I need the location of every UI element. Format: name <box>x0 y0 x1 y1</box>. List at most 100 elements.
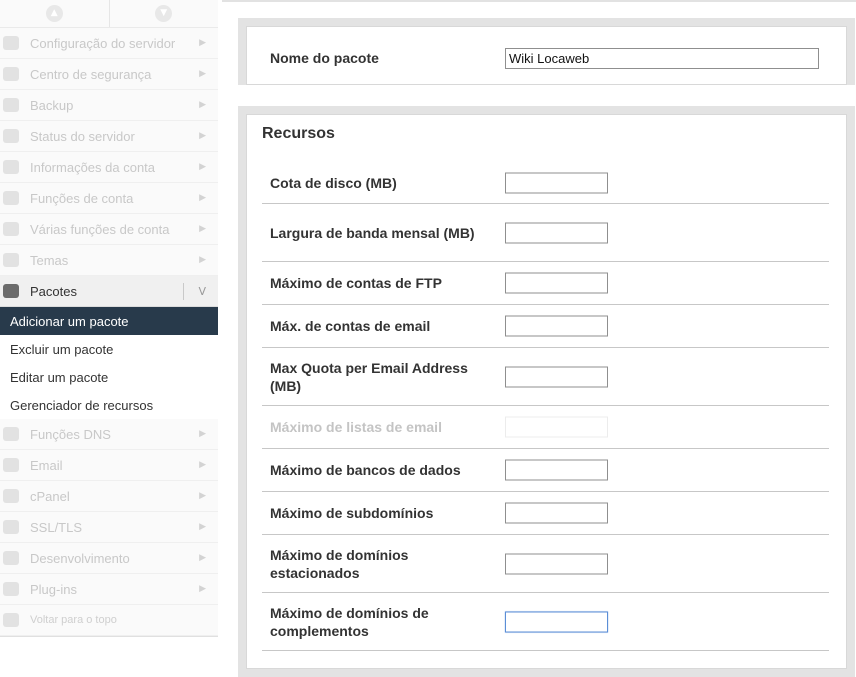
sidebar: ▲ ▼ Configuração do servidor ▶ Centro de… <box>0 0 218 677</box>
sidebar-item-label: Funções DNS <box>30 426 111 442</box>
resource-label: Largura de banda mensal (MB) <box>270 224 475 241</box>
subdomains-input[interactable] <box>505 502 608 524</box>
sidebar-item-ssl-tls[interactable]: SSL/TLS ▶ <box>0 512 218 543</box>
parked-domains-input[interactable] <box>505 553 608 574</box>
server-config-icon <box>3 36 19 50</box>
package-icon <box>3 284 19 298</box>
resource-label: Máximo de listas de email <box>270 419 442 435</box>
scroll-up-button[interactable]: ▲ <box>0 0 109 27</box>
ftp-accounts-input[interactable] <box>505 272 608 294</box>
chevron-right-icon: ▶ <box>199 255 206 265</box>
chevron-right-icon: ▶ <box>199 131 206 141</box>
sidebar-item-development[interactable]: Desenvolvimento ▶ <box>0 543 218 574</box>
chevron-right-icon: ▶ <box>199 522 206 532</box>
chevron-up-icon: ▲ <box>45 5 63 22</box>
chevron-right-icon: ▶ <box>199 69 206 79</box>
divider <box>0 636 218 637</box>
sidebar-item-themes[interactable]: Temas ▶ <box>0 245 218 276</box>
sidebar-item-server-status[interactable]: Status do servidor ▶ <box>0 121 218 152</box>
lock-icon <box>3 67 19 81</box>
sidebar-item-multi-account-functions[interactable]: Várias funções de conta ▶ <box>0 214 218 245</box>
resource-row-parked-domains: Máximo de domínios estacionados <box>262 535 829 593</box>
package-name-panel: Nome do pacote Wiki Locaweb <box>238 18 855 85</box>
resource-label: Cota de disco (MB) <box>270 174 397 191</box>
sidebar-item-label: Funções de conta <box>30 190 134 206</box>
certificate-icon <box>3 520 19 534</box>
sidebar-subitem-resource-manager[interactable]: Gerenciador de recursos <box>0 391 218 419</box>
sidebar-item-label: Informações da conta <box>30 159 156 175</box>
monitor-icon <box>3 129 19 143</box>
sidebar-item-packages[interactable]: Pacotes V <box>0 276 218 307</box>
scroll-down-button[interactable]: ▼ <box>108 0 219 27</box>
sidebar-scroll-controls: ▲ ▼ <box>0 0 218 28</box>
package-name-input[interactable]: Wiki Locaweb <box>505 48 819 69</box>
back-to-top-link[interactable]: Voltar para o topo <box>0 605 218 636</box>
resource-label: Máximo de domínios de complementos <box>270 604 429 639</box>
backup-icon <box>3 98 19 112</box>
sidebar-item-label: Configuração do servidor <box>30 35 176 51</box>
sidebar-item-label: Centro de segurança <box>30 66 152 82</box>
resource-label: Máximo de subdomínios <box>270 505 434 521</box>
sidebar-item-label: Backup <box>30 97 74 113</box>
addon-domains-input[interactable] <box>505 611 608 632</box>
sidebar-item-security-center[interactable]: Centro de segurança ▶ <box>0 59 218 90</box>
email-quota-input[interactable] <box>505 366 608 387</box>
sidebar-item-label: Email <box>30 457 63 473</box>
sidebar-item-label: Várias funções de conta <box>30 221 170 237</box>
sidebar-item-server-config[interactable]: Configuração do servidor ▶ <box>0 28 218 59</box>
sidebar-item-account-functions[interactable]: Funções de conta ▶ <box>0 183 218 214</box>
sidebar-item-cpanel[interactable]: cPanel ▶ <box>0 481 218 512</box>
resource-label: Max Quota per Email Address (MB) <box>270 359 468 394</box>
databases-input[interactable] <box>505 459 608 481</box>
chevron-right-icon: ▶ <box>199 491 206 501</box>
package-name-label: Nome do pacote <box>270 50 379 66</box>
resource-row-databases: Máximo de bancos de dados <box>262 449 829 492</box>
email-accounts-input[interactable] <box>505 315 608 337</box>
palette-icon <box>3 253 19 267</box>
resource-row-addon-domains: Máximo de domínios de complementos <box>262 593 829 651</box>
sidebar-item-label: Status do servidor <box>30 128 135 144</box>
chevron-right-icon: ▶ <box>199 584 206 594</box>
collapse-chevron-icon[interactable]: V <box>198 285 206 298</box>
sidebar-item-plugins[interactable]: Plug-ins ▶ <box>0 574 218 605</box>
sidebar-subitem-edit-package[interactable]: Editar um pacote <box>0 363 218 391</box>
resource-row-bandwidth: Largura de banda mensal (MB) <box>262 204 829 262</box>
chevron-right-icon: ▶ <box>199 162 206 172</box>
chevron-down-icon: ▼ <box>155 5 173 22</box>
sidebar-item-label: Temas <box>30 252 69 268</box>
chevron-right-icon: ▶ <box>199 38 206 48</box>
bandwidth-input[interactable] <box>505 222 608 243</box>
account-info-icon <box>3 160 19 174</box>
email-icon <box>3 458 19 472</box>
plugin-icon <box>3 582 19 596</box>
sidebar-item-label: Pacotes <box>30 283 77 299</box>
chevron-right-icon: ▶ <box>199 224 206 234</box>
chevron-right-icon: ▶ <box>199 553 206 563</box>
chevron-right-icon: ▶ <box>199 460 206 470</box>
chevron-right-icon: ▶ <box>199 100 206 110</box>
resource-row-mailing-lists: Máximo de listas de email <box>262 406 829 449</box>
wrench-icon <box>3 551 19 565</box>
dns-icon <box>3 427 19 441</box>
sidebar-item-dns-functions[interactable]: Funções DNS ▶ <box>0 419 218 450</box>
divider <box>183 283 184 300</box>
sidebar-item-label: cPanel <box>30 488 70 504</box>
sidebar-subitem-add-package[interactable]: Adicionar um pacote <box>0 307 218 335</box>
resource-row-subdomains: Máximo de subdomínios <box>262 492 829 535</box>
chevron-right-icon: ▶ <box>199 193 206 203</box>
resource-label: Máx. de contas de email <box>270 318 431 334</box>
resource-row-email-accounts: Máx. de contas de email <box>262 305 829 348</box>
sidebar-item-label: Plug-ins <box>30 581 77 597</box>
resource-row-ftp-accounts: Máximo de contas de FTP <box>262 262 829 305</box>
sidebar-subitem-delete-package[interactable]: Excluir um pacote <box>0 335 218 363</box>
sidebar-item-email[interactable]: Email ▶ <box>0 450 218 481</box>
chevron-right-icon: ▶ <box>199 429 206 439</box>
sidebar-item-backup[interactable]: Backup ▶ <box>0 90 218 121</box>
disk-quota-input[interactable] <box>505 172 608 193</box>
package-name-box: Nome do pacote Wiki Locaweb <box>246 26 847 85</box>
resource-label: Máximo de domínios estacionados <box>270 546 409 581</box>
sidebar-item-label: SSL/TLS <box>30 519 83 535</box>
sidebar-item-account-info[interactable]: Informações da conta ▶ <box>0 152 218 183</box>
user-icon <box>3 191 19 205</box>
users-icon <box>3 222 19 236</box>
